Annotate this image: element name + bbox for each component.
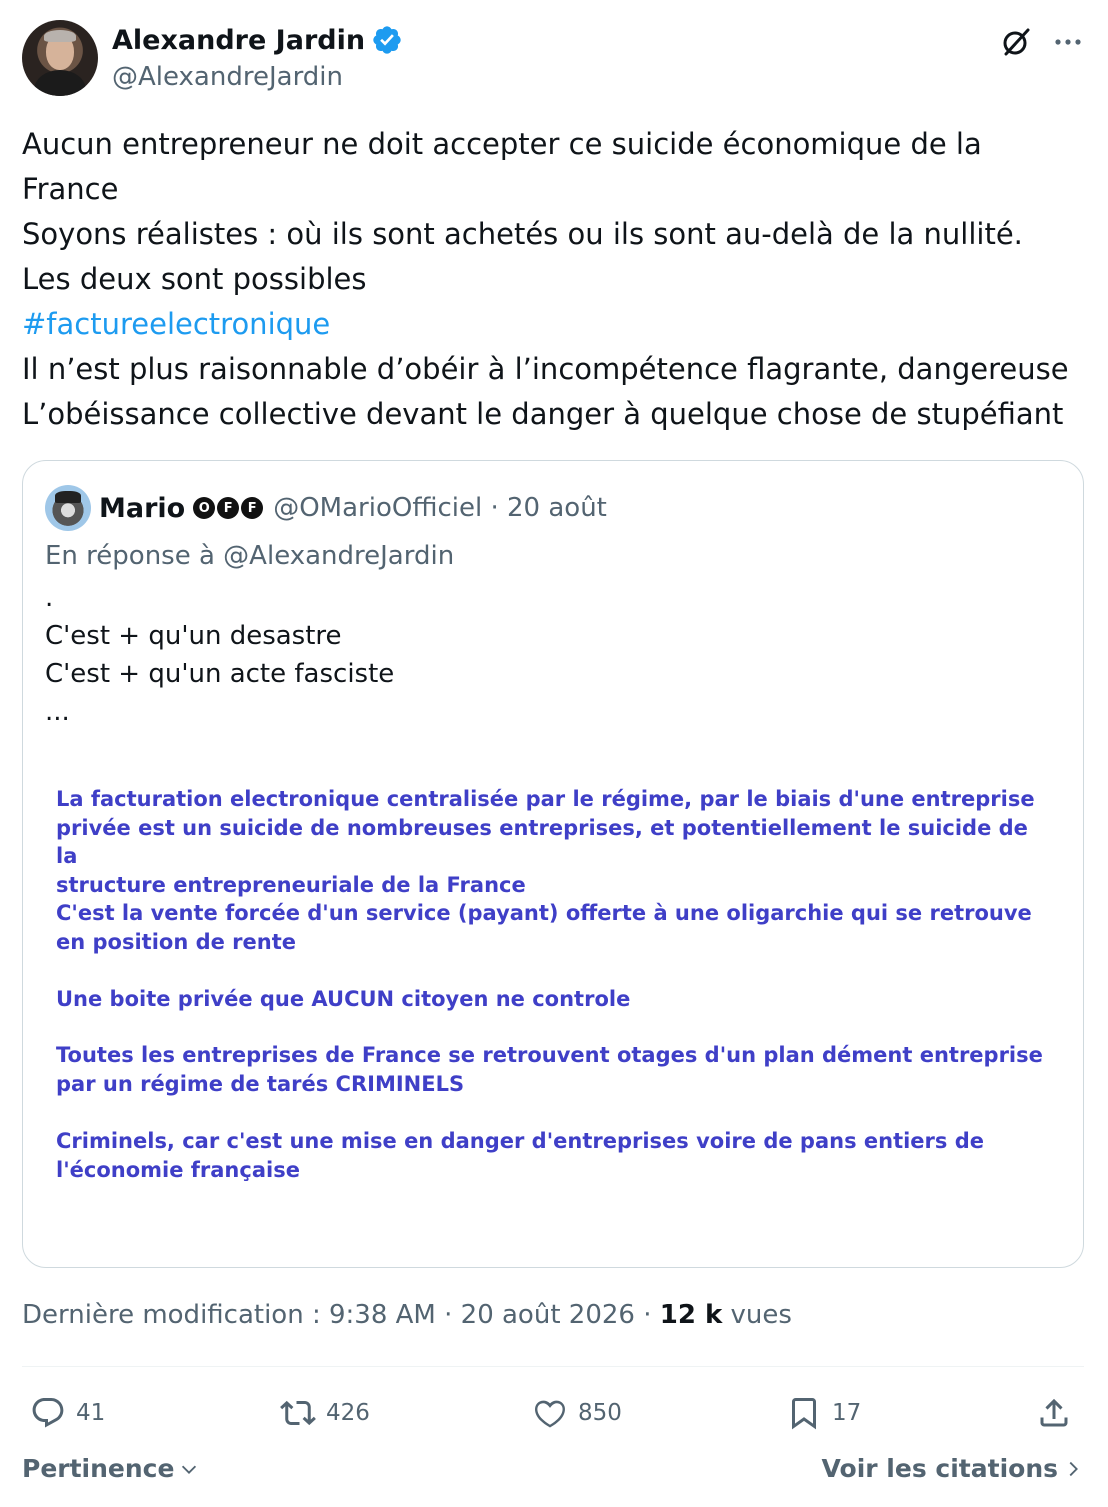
quoted-line: ... (45, 697, 70, 727)
more-options-icon[interactable] (1050, 24, 1086, 60)
views-count: 12 k (659, 1300, 723, 1330)
author-name-row: Alexandre Jardin (112, 24, 403, 56)
edited-timestamp[interactable]: Dernière modification : 9:38 AM · 20 aoû… (22, 1300, 660, 1330)
tweet-line: Les deux sont possibles (22, 262, 367, 296)
image-paragraph: Une boite privée que AUCUN citoyen ne co… (56, 987, 631, 1011)
share-button[interactable] (1036, 1390, 1072, 1436)
verified-badge-icon (373, 26, 401, 54)
hashtag-link[interactable]: #factureelectronique (22, 302, 1084, 347)
sort-label: Pertinence (22, 1454, 175, 1483)
views-label: vues (722, 1300, 792, 1330)
image-paragraph: Criminels, car c'est une mise en danger … (56, 1129, 984, 1182)
image-paragraph: C'est la vente forcée d'un service (paya… (56, 901, 1032, 954)
badge-f-icon: F (241, 497, 264, 519)
bookmark-count: 17 (832, 1400, 862, 1426)
quoted-line: C'est + qu'un desastre (45, 621, 342, 651)
like-count: 850 (578, 1400, 622, 1426)
tweet-line: L’obéissance collective devant le danger… (22, 397, 1064, 431)
bookmark-icon (792, 1398, 816, 1430)
author-avatar[interactable] (22, 20, 98, 96)
tweet-line: Soyons réalistes : où ils sont achetés o… (22, 217, 1023, 251)
reply-button[interactable]: 41 (30, 1390, 105, 1436)
repost-count: 426 (326, 1400, 370, 1426)
tweet-line: Il n’est plus raisonnable d’obéir à l’in… (22, 352, 1069, 386)
chevron-down-icon (182, 1465, 197, 1474)
reply-icon (32, 1398, 64, 1428)
quoted-image[interactable]: La facturation electronique centralisée … (45, 761, 1063, 1221)
quoted-handle-date[interactable]: @OMarioOfficiel · 20 août (273, 493, 607, 523)
author-display-name[interactable]: Alexandre Jardin (112, 25, 365, 56)
sort-dropdown[interactable]: Pertinence (22, 1454, 200, 1483)
quoted-line: C'est + qu'un acte fasciste (45, 659, 395, 689)
author-handle[interactable]: @AlexandreJardin (112, 62, 343, 92)
view-quotes-label: Voir les citations (821, 1454, 1058, 1483)
share-icon (1040, 1398, 1068, 1427)
image-paragraph: La facturation electronique centralisée … (56, 787, 1035, 897)
quoted-tweet-header: Mario O F F @OMarioOfficiel · 20 août (45, 485, 607, 531)
image-paragraph: Toutes les entreprises de France se retr… (56, 1043, 1043, 1096)
quoted-tweet-text: . C'est + qu'un desastre C'est + qu'un a… (45, 579, 394, 731)
divider (22, 1366, 1084, 1367)
badge-f-icon: F (217, 497, 240, 519)
like-button[interactable]: 850 (532, 1390, 622, 1436)
quoted-tweet[interactable]: Mario O F F @OMarioOfficiel · 20 août En… (22, 460, 1084, 1268)
action-bar: 41 426 850 17 (22, 1390, 1084, 1436)
quoted-author-badges: O F F (193, 497, 264, 519)
repost-button[interactable]: 426 (280, 1390, 370, 1436)
heart-icon (535, 1400, 565, 1428)
tweet-text: Aucun entrepreneur ne doit accepter ce s… (22, 122, 1084, 437)
tweet-metadata: Dernière modification : 9:38 AM · 20 aoû… (22, 1300, 792, 1330)
tweet-line: Aucun entrepreneur ne doit accepter ce s… (22, 127, 982, 161)
repost-icon (280, 1400, 316, 1426)
reply-context: En réponse à @AlexandreJardin (45, 541, 455, 571)
grok-icon[interactable] (998, 24, 1034, 60)
badge-o-icon: O (193, 497, 216, 519)
quoted-author-avatar[interactable] (45, 485, 91, 531)
chevron-right-icon (1069, 1461, 1078, 1476)
quoted-author-name[interactable]: Mario (99, 493, 185, 524)
view-quotes-link[interactable]: Voir les citations (822, 1454, 1084, 1483)
tweet-header: Alexandre Jardin @AlexandreJardin (22, 20, 1084, 100)
bookmark-button[interactable]: 17 (786, 1390, 861, 1436)
quoted-line: . (45, 583, 54, 613)
reply-count: 41 (76, 1400, 106, 1426)
tweet-line: France (22, 172, 119, 206)
